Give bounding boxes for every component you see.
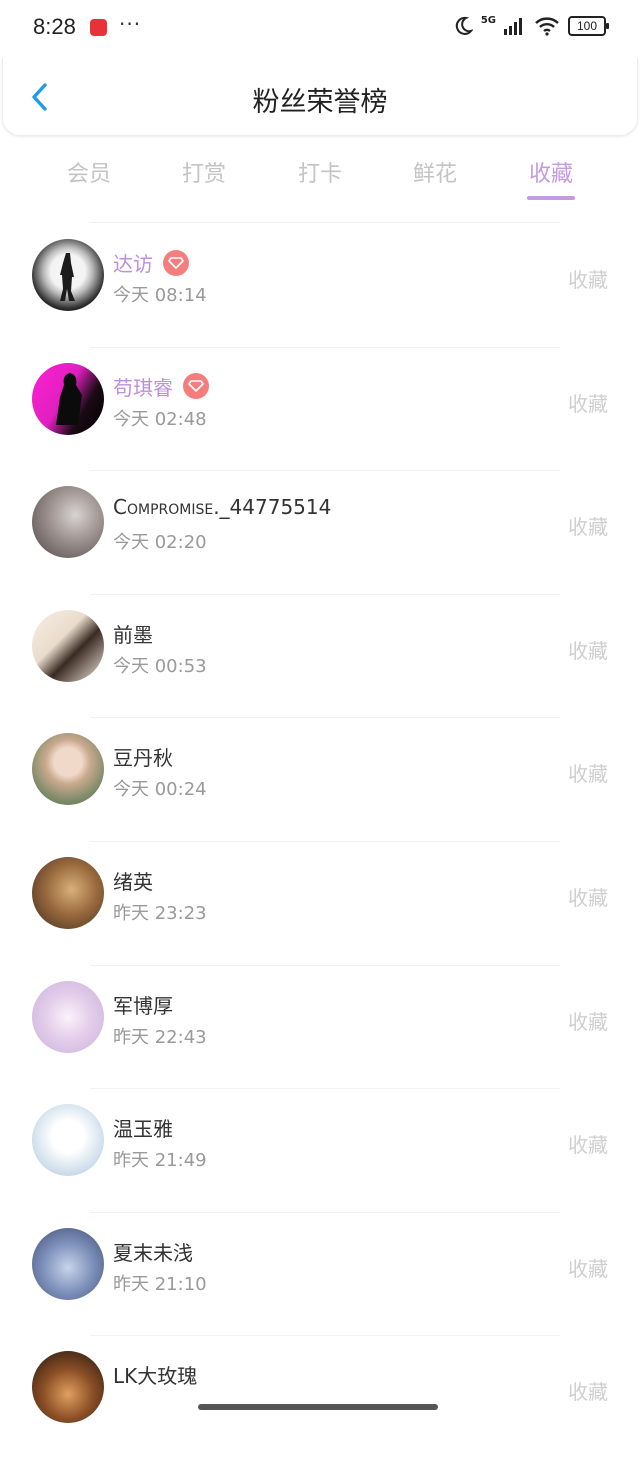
favorite-label: 收藏 (568, 268, 608, 292)
favorite-label: 收藏 (568, 515, 608, 540)
fan-name-line: Compromise._44775514 (113, 495, 331, 519)
fan-name: 前墨 (113, 622, 153, 647)
network-type: 5G (480, 14, 496, 26)
favorite-label: 收藏 (568, 391, 608, 416)
fan-name: 苟琪睿 (113, 375, 173, 400)
fan-name-line: LK大玫瑰 (113, 1360, 197, 1389)
tab-rewards[interactable]: 打赏 (154, 156, 254, 188)
favorite-label: 收藏 (568, 1256, 608, 1281)
list-item[interactable]: 温玉雅 昨天 21:49 收藏 (0, 1089, 640, 1213)
avatar[interactable] (32, 1227, 104, 1300)
fan-name-line: 夏末未浅 (113, 1237, 193, 1266)
diamond-badge-icon (163, 249, 189, 276)
tab-checkin[interactable]: 打卡 (270, 156, 370, 188)
tab-favorites[interactable]: 收藏 (501, 156, 601, 188)
list-item[interactable]: 豆丹秋 今天 00:24 收藏 (0, 718, 640, 842)
avatar[interactable] (32, 733, 104, 806)
fan-name-line: 绪英 (113, 866, 153, 895)
status-time: 8:28 (33, 14, 76, 39)
favorite-label: 收藏 (568, 638, 608, 663)
avatar[interactable] (32, 239, 104, 311)
status-icons: 5G 100 (453, 14, 609, 36)
active-tab-indicator (527, 196, 575, 200)
moon-icon (455, 16, 473, 35)
favorite-label: 收藏 (568, 1380, 608, 1405)
avatar[interactable] (32, 980, 104, 1053)
fan-name-line: 苟琪睿 (113, 372, 209, 401)
list-item[interactable]: 夏末未浅 昨天 21:10 收藏 (0, 1213, 640, 1337)
list-item[interactable]: 达访 今天 08:14 收藏 (0, 224, 640, 348)
page-title: 粉丝荣誉榜 (252, 87, 388, 118)
fan-name-line: 达访 (113, 248, 189, 277)
more-notifications-icon: ··· (119, 12, 142, 36)
fan-time: 昨天 22:43 (113, 1026, 207, 1048)
list-item[interactable]: LK大玫瑰 收藏 (0, 1336, 640, 1460)
wifi-icon (535, 17, 559, 36)
avatar[interactable] (32, 1351, 104, 1424)
fan-time: 今天 08:14 (113, 285, 207, 306)
fan-name: 豆丹秋 (113, 746, 173, 771)
signal-icon (504, 18, 522, 35)
list-item[interactable]: 军博厚 昨天 22:43 收藏 (0, 966, 640, 1090)
fan-name: LK大玫瑰 (113, 1364, 198, 1389)
fan-time: 今天 02:20 (113, 532, 207, 554)
favorite-label: 收藏 (568, 1009, 608, 1034)
fan-time: 昨天 21:49 (113, 1150, 207, 1172)
fan-name: 绪英 (113, 869, 153, 894)
fan-name-line: 军博厚 (113, 990, 173, 1019)
diamond-badge-icon (183, 373, 209, 400)
fan-name: 温玉雅 (113, 1117, 173, 1142)
fan-name-line: 温玉雅 (113, 1113, 173, 1142)
avatar[interactable] (32, 486, 104, 559)
list-item[interactable]: Compromise._44775514 今天 02:20 收藏 (0, 471, 640, 595)
fan-name: 军博厚 (113, 993, 173, 1018)
avatar[interactable] (32, 609, 104, 682)
fan-list: 达访 今天 08:14 收藏 苟琪睿 今天 02:48 收藏 Compromis… (0, 224, 640, 1460)
favorite-label: 收藏 (568, 885, 608, 910)
battery-indicator: 100 (568, 16, 609, 36)
fan-name: 夏末未浅 (113, 1240, 193, 1265)
fan-time: 今天 00:24 (113, 779, 207, 801)
avatar[interactable] (32, 362, 104, 435)
list-item[interactable]: 绪英 昨天 23:23 收藏 (0, 842, 640, 966)
tab-members[interactable]: 会员 (39, 156, 139, 188)
fan-name: 达访 (113, 252, 153, 276)
fan-time: 今天 02:48 (113, 408, 207, 430)
fan-name: Compromise._44775514 (113, 495, 332, 520)
status-bar: 8:28 ··· 5G 100 (0, 0, 640, 58)
fan-name-line: 豆丹秋 (113, 742, 173, 771)
tab-flowers[interactable]: 鲜花 (385, 156, 485, 188)
list-item[interactable]: 前墨 今天 00:53 收藏 (0, 595, 640, 719)
app-notification-icon (90, 19, 107, 36)
avatar[interactable] (32, 856, 104, 929)
fan-time: 昨天 23:23 (113, 902, 207, 924)
fan-name-line: 前墨 (113, 619, 153, 648)
favorite-label: 收藏 (568, 1133, 608, 1158)
home-indicator[interactable] (198, 1404, 438, 1410)
fan-time: 今天 00:53 (113, 655, 207, 677)
favorite-label: 收藏 (568, 762, 608, 787)
fan-time: 昨天 21:10 (113, 1273, 207, 1295)
top-app-bar: 粉丝荣誉榜 (2, 58, 638, 136)
list-item[interactable]: 苟琪睿 今天 02:48 收藏 (0, 348, 640, 472)
avatar[interactable] (32, 1104, 104, 1177)
tabs-divider (90, 222, 560, 223)
